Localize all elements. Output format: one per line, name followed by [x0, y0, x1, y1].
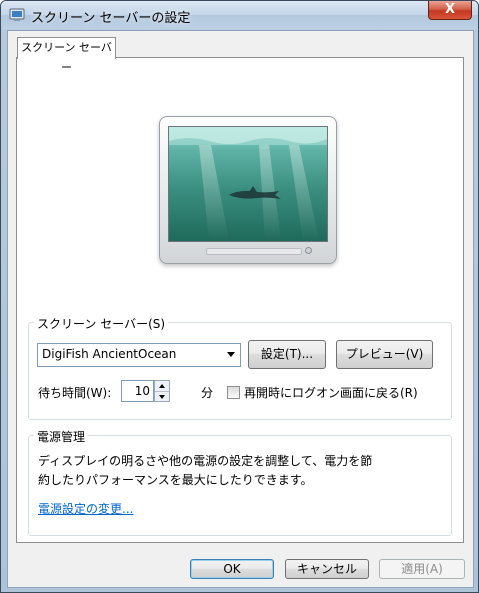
monitor-power-led — [305, 247, 312, 254]
close-icon: X — [444, 2, 456, 17]
tab-screensaver[interactable]: スクリーン セーバー — [17, 37, 116, 74]
cancel-button[interactable]: キャンセル — [285, 559, 369, 579]
resume-logon-label[interactable]: 再開時にログオン画面に戻る(R) — [244, 384, 418, 401]
ocean-preview-image — [169, 127, 327, 241]
power-description-line1: ディスプレイの明るさや他の電源の設定を調整して、電力を節 — [38, 454, 373, 468]
chevron-up-icon — [159, 384, 165, 388]
wait-label: 待ち時間(W): — [38, 386, 112, 400]
monitor-disc-slot — [206, 248, 302, 255]
monitor-icon — [159, 116, 337, 264]
window-title: スクリーン セーバーの設定 — [31, 11, 191, 26]
close-button[interactable]: X — [428, 1, 472, 20]
screensaver-group: スクリーン セーバー(S) DigiFish AncientOcean 設定(T… — [28, 315, 452, 420]
resume-logon-checkbox[interactable] — [227, 386, 240, 399]
screensaver-group-label: スクリーン セーバー(S) — [34, 315, 169, 332]
ok-button[interactable]: OK — [190, 559, 274, 579]
dialog-body: スクリーン セーバー スクリーン セーバー(S) DigiFish Ancien… — [7, 30, 474, 588]
power-management-group: 電源管理 ディスプレイの明るさや他の電源の設定を調整して、電力を節 約したりパフ… — [28, 428, 452, 536]
cancel-button-label: キャンセル — [296, 562, 357, 576]
wait-minutes-input[interactable]: 10 — [121, 380, 154, 402]
screensaver-select-value: DigiFish AncientOcean — [42, 347, 177, 361]
preview-button[interactable]: プレビュー(V) — [336, 340, 433, 369]
power-group-label: 電源管理 — [34, 428, 89, 445]
preview-button-label: プレビュー(V) — [345, 347, 424, 361]
power-description-line2: 約したりパフォーマンスを最大にしたりできます。 — [38, 473, 313, 487]
change-power-settings-link[interactable]: 電源設定の変更... — [38, 500, 133, 517]
apply-button[interactable]: 適用(A) — [379, 559, 465, 579]
screensaver-monitor-icon — [9, 7, 25, 23]
wait-unit: 分 — [201, 386, 214, 400]
spin-up-button[interactable] — [155, 381, 169, 392]
apply-button-label: 適用(A) — [401, 562, 443, 576]
settings-button-label: 設定(T)... — [260, 347, 314, 361]
settings-button[interactable]: 設定(T)... — [248, 340, 326, 369]
screensaver-settings-window: スクリーン セーバーの設定 X スクリーン セーバー スクリーン セーバー(S)… — [0, 0, 479, 593]
screensaver-preview-screen — [168, 126, 328, 242]
screensaver-select[interactable]: DigiFish AncientOcean — [37, 343, 241, 367]
ok-button-label: OK — [223, 562, 241, 576]
chevron-down-icon — [159, 395, 165, 399]
spin-down-button[interactable] — [155, 392, 169, 402]
title-bar[interactable]: スクリーン セーバーの設定 X — [1, 1, 478, 29]
tab-panel: スクリーン セーバー(S) DigiFish AncientOcean 設定(T… — [16, 57, 464, 543]
wait-minutes-spinner[interactable] — [154, 380, 170, 402]
chevron-down-icon — [227, 352, 235, 357]
